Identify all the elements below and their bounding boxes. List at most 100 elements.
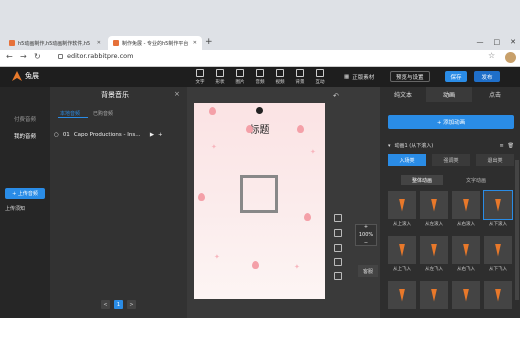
close-window-button[interactable]: ✕ [510, 38, 516, 46]
minimize-button[interactable]: — [477, 38, 484, 46]
animation-thumb[interactable] [452, 191, 480, 219]
sparkle-icon: ✦ [214, 253, 220, 261]
animation-thumb[interactable] [452, 281, 480, 309]
animation-thumb[interactable] [388, 236, 416, 264]
tool-text[interactable]: 文字 [190, 69, 210, 85]
tool-label: 文字 [195, 80, 205, 85]
group-tab-whole[interactable]: 整体动画 [401, 175, 443, 185]
back-icon[interactable]: ← [6, 52, 13, 61]
carrot-icon [399, 243, 405, 257]
new-tab-button[interactable]: + [205, 37, 213, 47]
nav-paid-audio[interactable]: 付费音频 [0, 115, 50, 123]
reload-icon[interactable]: ↻ [34, 52, 41, 61]
tab-click[interactable]: 点击 [472, 87, 518, 102]
animation-thumb[interactable] [452, 236, 480, 264]
profile-avatar[interactable] [505, 52, 516, 63]
canvas-title-text[interactable]: 标题 [194, 121, 325, 136]
animation-item-label: 动画1 (从下滚入) [394, 143, 434, 149]
zoom-out-icon[interactable]: − [364, 240, 368, 246]
layers-icon[interactable] [334, 258, 342, 266]
strawberry-icon [297, 125, 304, 133]
list-item[interactable]: ○ 01 Capo Productions - Ins... ▶ + [54, 128, 184, 142]
next-page-button[interactable]: > [127, 300, 136, 309]
close-icon[interactable]: ✕ [94, 40, 101, 46]
customer-service-button[interactable]: 客服 [358, 265, 378, 277]
animation-thumb[interactable] [420, 236, 448, 264]
zoom-in-icon[interactable]: + [364, 224, 368, 230]
add-icon[interactable]: + [158, 132, 163, 138]
tab-purchased-audio[interactable]: 已购音频 [93, 110, 113, 117]
preview-settings-button[interactable]: 预览与设置 [390, 71, 430, 82]
forward-icon[interactable]: → [20, 52, 27, 61]
magnet-icon[interactable] [334, 244, 342, 252]
tool-shape[interactable]: 形状 [210, 69, 230, 85]
animation-thumb[interactable] [388, 191, 416, 219]
play-icon[interactable]: ▶ [150, 132, 154, 138]
carrot-icon [399, 288, 405, 302]
sparkle-icon: ✦ [294, 263, 300, 271]
close-icon[interactable]: ✕ [190, 40, 197, 46]
app-logo[interactable]: 兔展 [12, 71, 39, 81]
animation-thumb[interactable] [420, 281, 448, 309]
group-tab-text[interactable]: 文字动画 [455, 175, 497, 185]
animation-thumb-selected[interactable] [483, 190, 513, 220]
carrot-icon [431, 243, 437, 257]
save-button[interactable]: 保存 [445, 71, 467, 82]
tab-animation[interactable]: 动画 [426, 87, 472, 102]
browser-tab-2[interactable]: 制作免展 - 专业的h5制作平台 ✕ [108, 36, 202, 50]
audio-disc-icon[interactable] [256, 107, 263, 114]
close-panel-button[interactable]: × [174, 90, 180, 98]
nav-my-audio[interactable]: 我的音频 [0, 132, 50, 140]
subtab-emphasis[interactable]: 强调类 [432, 154, 470, 166]
carrot-icon [463, 288, 469, 302]
menu-icon[interactable]: ≡ [499, 143, 503, 149]
tab-local-audio[interactable]: 本地音频 [60, 110, 80, 117]
page-canvas[interactable]: 标题 ✦ ✦ ✦ ✦ [194, 103, 325, 299]
bookmark-star-icon[interactable]: ☆ [488, 51, 495, 60]
carrot-icon [399, 198, 405, 212]
chevron-down-icon[interactable]: ▾ [388, 143, 391, 149]
maximize-button[interactable]: □ [494, 38, 501, 46]
tool-interaction[interactable]: 互动 [310, 69, 330, 85]
tab-title: h5动画制作,h5动画制作软件,h5 [18, 40, 91, 47]
tool-image[interactable]: 图片 [230, 69, 250, 85]
tab-title: 制作免展 - 专业的h5制作平台 [122, 40, 189, 47]
page-button[interactable]: 1 [114, 300, 123, 309]
animation-item[interactable]: ▾ 动画1 (从下滚入) ≡ 🗑 [388, 142, 514, 150]
carrot-icon [463, 198, 469, 212]
animation-thumb[interactable] [484, 281, 512, 309]
active-tab-underline [58, 117, 88, 118]
pagination: < 1 > [50, 300, 187, 309]
shape-tool-icon [216, 69, 224, 77]
play-preview-icon[interactable] [334, 214, 342, 222]
url-field[interactable]: editor.rabbitpre.com [58, 52, 133, 60]
tool-label: 形状 [215, 80, 225, 85]
animation-thumb[interactable] [484, 236, 512, 264]
scrollbar[interactable] [515, 160, 519, 300]
shape-square[interactable] [240, 175, 278, 213]
animation-thumb[interactable] [420, 191, 448, 219]
publish-button[interactable]: 发布 [474, 71, 500, 82]
browser-tab-1[interactable]: h5动画制作,h5动画制作软件,h5 ✕ [4, 36, 106, 50]
upload-audio-button[interactable]: + 上传音频 [5, 188, 45, 199]
upload-notice-link[interactable]: 上传须知 [5, 205, 25, 212]
tool-audio[interactable]: 音频 [250, 69, 270, 85]
genuine-assets-link[interactable]: ▦ 正版素材 [344, 73, 374, 81]
animation-thumb[interactable] [388, 281, 416, 309]
radio-icon[interactable]: ○ [54, 132, 59, 138]
subtab-entry[interactable]: 入场类 [388, 154, 426, 166]
grid-icon: ▦ [344, 74, 350, 80]
undo-icon[interactable]: ↶ [333, 92, 339, 100]
copy-icon[interactable] [334, 229, 342, 237]
tool-background[interactable]: 背景 [290, 69, 310, 85]
delete-icon[interactable]: 🗑 [508, 143, 514, 149]
subtab-exit[interactable]: 退出类 [476, 154, 514, 166]
tool-video[interactable]: 视频 [270, 69, 290, 85]
prev-page-button[interactable]: < [101, 300, 110, 309]
rabbit-logo-icon [12, 71, 22, 81]
lock-icon [58, 53, 63, 59]
grid-icon[interactable] [334, 272, 342, 280]
add-animation-button[interactable]: + 添加动画 [388, 115, 514, 129]
zoom-control[interactable]: +100% − [355, 224, 377, 246]
tab-plain-text[interactable]: 纯文本 [380, 87, 426, 102]
